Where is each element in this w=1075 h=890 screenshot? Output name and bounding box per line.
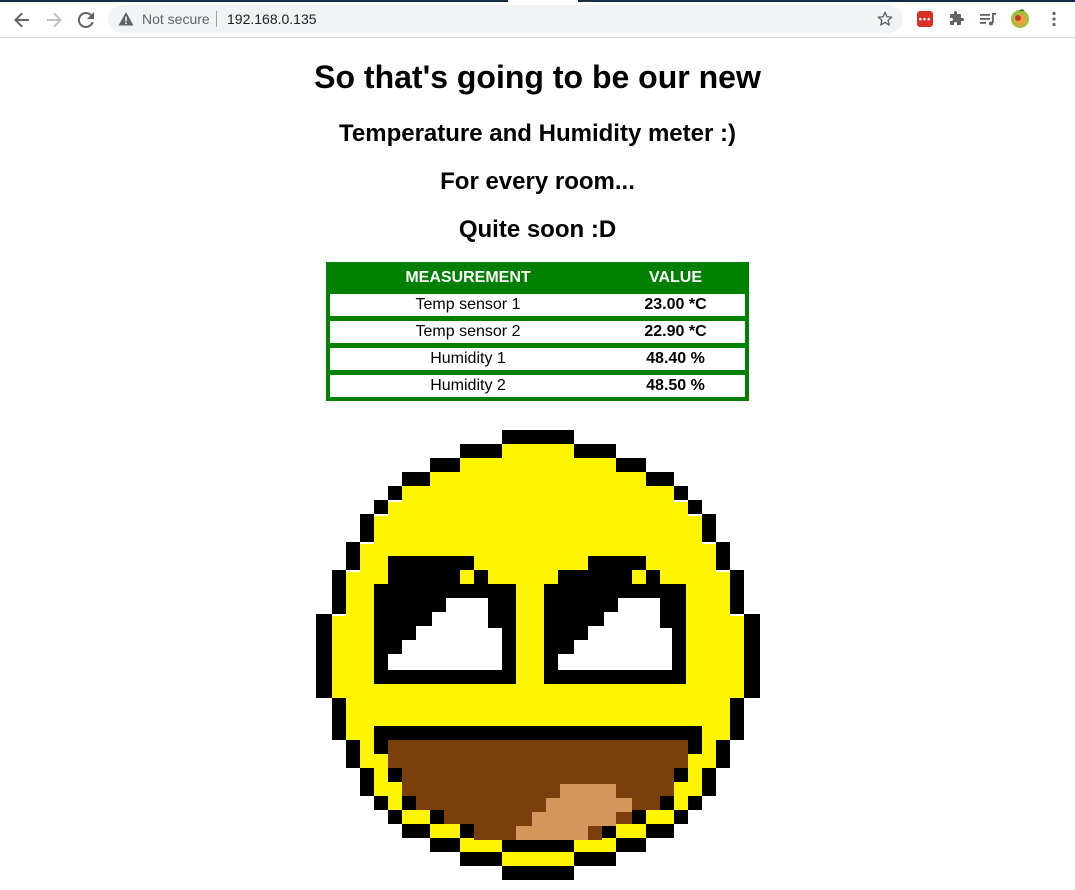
subtitle-line-1: Temperature and Humidity meter :) <box>339 120 736 147</box>
reload-icon <box>78 12 94 28</box>
measurement-name: Temp sensor 1 <box>330 289 606 316</box>
awesome-face-image <box>316 430 760 880</box>
measurement-value: 23.00 *C <box>606 289 745 316</box>
table-header-row: MEASUREMENT VALUE <box>330 266 745 289</box>
omnibox-divider <box>216 11 217 27</box>
extension-red-icon[interactable]: ••• <box>917 11 933 27</box>
media-queue-icon[interactable] <box>978 9 998 29</box>
profile-avatar-icon[interactable] <box>1010 9 1030 29</box>
table-row: Humidity 2 48.50 % <box>330 370 745 397</box>
measurement-value: 48.50 % <box>606 370 745 397</box>
measurement-table: MEASUREMENT VALUE Temp sensor 1 23.00 *C… <box>326 262 749 401</box>
subtitle-line-2: For every room... <box>440 168 635 195</box>
reload-button[interactable] <box>73 7 99 33</box>
bookmark-star-icon[interactable] <box>876 10 894 28</box>
measurement-name: Temp sensor 2 <box>330 316 606 343</box>
arrow-left-icon <box>14 12 29 28</box>
measurement-value: 22.90 *C <box>606 316 745 343</box>
forward-button[interactable] <box>41 7 67 33</box>
extensions-puzzle-icon[interactable] <box>946 9 966 29</box>
table-row: Temp sensor 1 23.00 *C <box>330 289 745 316</box>
column-header-measurement: MEASUREMENT <box>405 268 531 286</box>
subtitle-line-3: Quite soon :D <box>458 216 617 243</box>
browser-toolbar: Not secure 192.168.0.135 ••• <box>0 0 1075 38</box>
measurement-name: Humidity 2 <box>330 370 606 397</box>
measurement-value: 48.40 % <box>606 343 745 370</box>
table-row: Humidity 1 48.40 % <box>330 343 745 370</box>
page-title: So that's going to be our new <box>314 59 761 95</box>
warning-icon <box>118 12 134 26</box>
column-header-value: VALUE <box>648 268 703 286</box>
measurement-name: Humidity 1 <box>330 343 606 370</box>
table-row: Temp sensor 2 22.90 *C <box>330 316 745 343</box>
arrow-right-icon <box>47 12 62 28</box>
address-bar[interactable]: Not secure 192.168.0.135 <box>108 5 903 33</box>
tab-strip-edge <box>0 0 1075 2</box>
security-label[interactable]: Not secure <box>142 11 210 27</box>
back-button[interactable] <box>9 7 35 33</box>
kebab-menu-icon[interactable] <box>1044 9 1064 29</box>
url-text[interactable]: 192.168.0.135 <box>227 11 317 27</box>
